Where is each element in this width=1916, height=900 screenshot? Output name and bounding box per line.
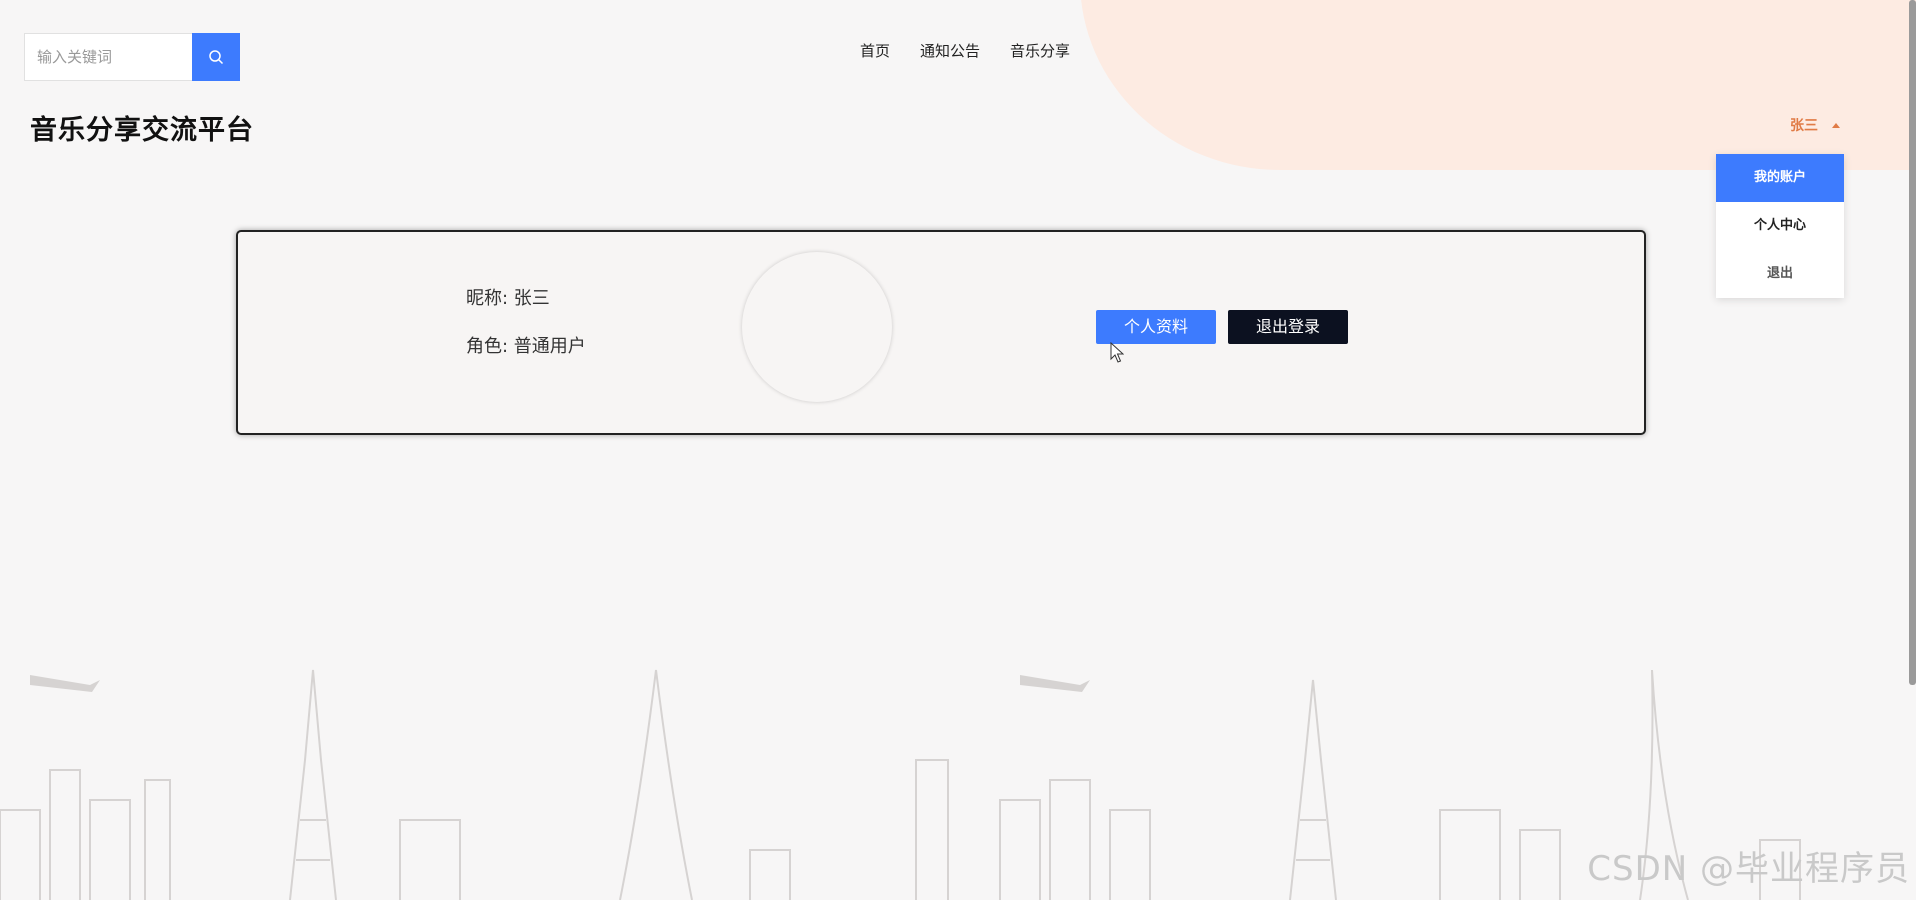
scrollbar[interactable]	[1909, 0, 1916, 685]
watermark: CSDN @毕业程序员	[1587, 849, 1910, 889]
search-input[interactable]	[25, 34, 192, 80]
site-title: 音乐分享交流平台	[30, 115, 254, 146]
logout-button[interactable]: 退出登录	[1228, 310, 1348, 344]
caret-up-icon	[1832, 122, 1840, 128]
search-bar	[24, 33, 240, 81]
username-label: 张三	[1790, 118, 1818, 134]
nav-item-home[interactable]: 首页	[860, 40, 890, 61]
header-background-blob	[1080, 0, 1916, 170]
avatar	[742, 252, 892, 402]
profile-button[interactable]: 个人资料	[1096, 310, 1216, 344]
profile-info: 昵称: 张三 角色: 普通用户	[466, 284, 586, 380]
nickname-text: 昵称: 张三	[466, 288, 550, 309]
profile-card: 昵称: 张三 角色: 普通用户 个人资料 退出登录	[236, 230, 1646, 435]
mouse-cursor-icon	[1110, 342, 1124, 363]
menu-item-my-account[interactable]: 我的账户	[1716, 154, 1844, 202]
role-text: 角色: 普通用户	[466, 336, 586, 357]
search-icon	[209, 50, 224, 65]
nav-item-notices[interactable]: 通知公告	[920, 40, 980, 61]
nav-item-music-share[interactable]: 音乐分享	[1010, 40, 1070, 61]
user-dropdown-menu: 我的账户 个人中心 退出	[1716, 154, 1844, 298]
search-button[interactable]	[192, 33, 240, 81]
top-nav: 首页 通知公告 音乐分享	[860, 40, 1070, 61]
user-menu-toggle[interactable]: 张三	[1790, 115, 1840, 135]
menu-item-personal-center[interactable]: 个人中心	[1716, 202, 1844, 250]
menu-item-logout[interactable]: 退出	[1716, 250, 1844, 298]
